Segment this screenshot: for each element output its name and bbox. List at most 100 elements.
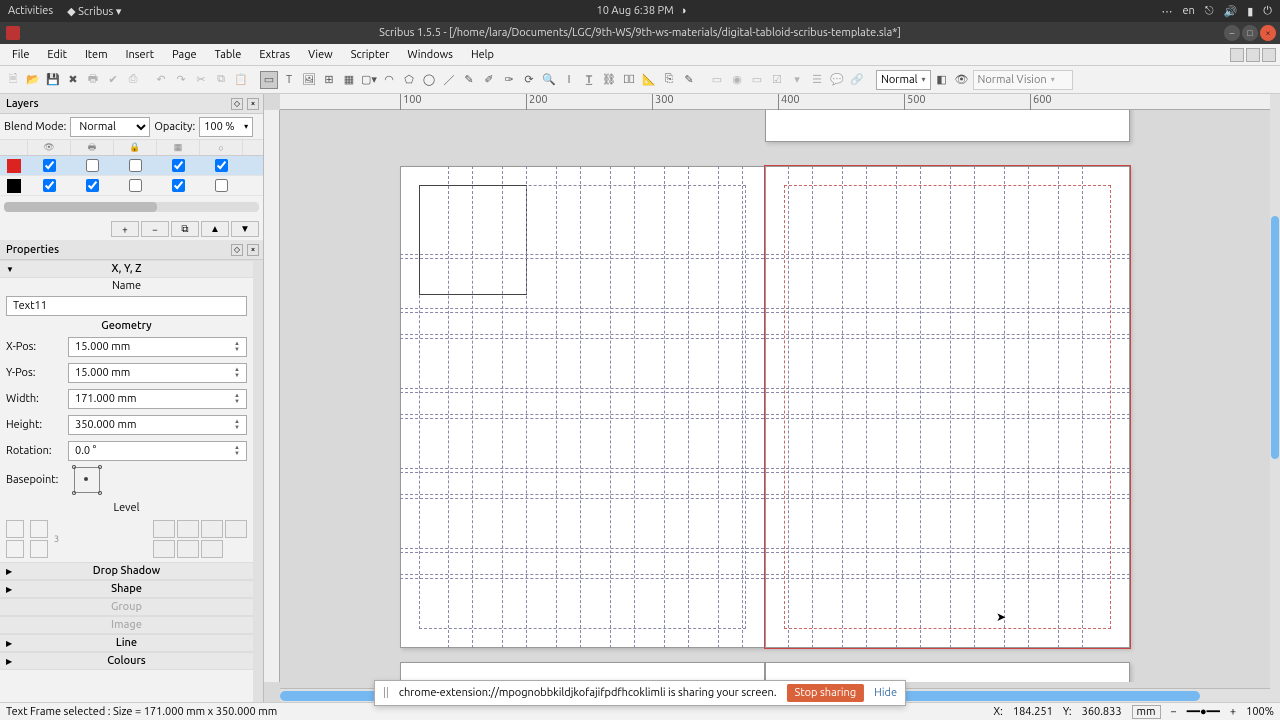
level-up-button[interactable] (177, 520, 199, 538)
paste-icon[interactable]: 📋 (232, 71, 250, 89)
pdf-radio-icon[interactable]: ◉ (728, 71, 746, 89)
print-icon[interactable]: 🖶 (84, 71, 102, 89)
layers-close-button[interactable]: × (247, 98, 259, 110)
layer-flow-check[interactable] (172, 179, 185, 192)
textframe-tool-icon[interactable]: T (280, 71, 298, 89)
pdf-check-icon[interactable]: ☑ (768, 71, 786, 89)
layer-print-check[interactable] (86, 179, 99, 192)
eyedropper-icon[interactable]: ✎ (680, 71, 698, 89)
select-tool-icon[interactable]: ▭ (260, 71, 278, 89)
basepoint-selector[interactable] (74, 467, 100, 493)
cms-toggle-icon[interactable]: ◧ (933, 71, 951, 89)
mdi-min-button[interactable] (1230, 48, 1244, 62)
freehand-tool-icon[interactable]: ✐ (480, 71, 498, 89)
clock[interactable]: 10 Aug 6:38 PM (597, 5, 674, 17)
tray-icon[interactable]: ⋯ (1161, 5, 1172, 18)
level-top-button[interactable] (153, 520, 175, 538)
page-right[interactable] (765, 166, 1130, 648)
zoom-slider[interactable]: ━━●━━ (1187, 705, 1220, 718)
selected-text-frame[interactable] (419, 185, 527, 295)
group-button[interactable] (6, 520, 24, 538)
layer-up-button[interactable]: ▲ (201, 221, 229, 237)
zoom-in-button[interactable]: + (1230, 706, 1236, 718)
menu-extras[interactable]: Extras (251, 47, 298, 63)
menu-windows[interactable]: Windows (399, 47, 461, 63)
page-left[interactable] (400, 166, 765, 648)
menu-insert[interactable]: Insert (118, 47, 162, 63)
object-name-input[interactable]: Text11 (6, 296, 247, 316)
layer-row[interactable] (0, 176, 263, 196)
canvas-area[interactable]: 100 200 300 400 500 600 (264, 94, 1280, 702)
page-next-right[interactable] (765, 662, 1130, 682)
lang-indicator[interactable]: en (1182, 5, 1194, 17)
lock-button[interactable] (153, 540, 175, 558)
layer-outline-check[interactable] (215, 179, 228, 192)
undo-icon[interactable]: ↶ (152, 71, 170, 89)
blendmode-select[interactable]: Normal (70, 117, 150, 137)
layer-visible-check[interactable] (43, 159, 56, 172)
close-button[interactable]: × (1260, 25, 1276, 41)
layer-print-check[interactable] (86, 159, 99, 172)
unit-select[interactable]: mm (1132, 705, 1161, 719)
height-input[interactable]: 350.000 mm▲▼ (68, 415, 247, 435)
canvas-vscroll[interactable] (1270, 94, 1280, 702)
rotate-tool-icon[interactable]: ⟳ (520, 71, 538, 89)
properties-panel-header[interactable]: Properties ◇ × (0, 240, 263, 260)
colours-section[interactable]: ▶Colours (0, 652, 253, 670)
close-doc-icon[interactable]: ✖ (64, 71, 82, 89)
opacity-spinner[interactable]: 100 % (199, 117, 253, 137)
xpos-input[interactable]: 15.000 mm▲▼ (68, 337, 247, 357)
layer-lock-check[interactable] (129, 179, 142, 192)
copyprops-icon[interactable]: ⎘ (660, 71, 678, 89)
layers-panel-header[interactable]: Layers ◇ × (0, 94, 263, 114)
stop-sharing-button[interactable]: Stop sharing (787, 684, 865, 702)
open-icon[interactable]: 📂 (24, 71, 42, 89)
width-input[interactable]: 171.000 mm▲▼ (68, 389, 247, 409)
dropshadow-section[interactable]: ▶Drop Shadow (0, 562, 253, 580)
flipv-button[interactable] (30, 540, 48, 558)
ungroup-button[interactable] (6, 540, 24, 558)
edit-text-icon[interactable]: T̲ (580, 71, 598, 89)
layer-visible-check[interactable] (43, 179, 56, 192)
calligraphy-tool-icon[interactable]: ✑ (500, 71, 518, 89)
props-close-button[interactable]: × (247, 244, 259, 256)
menu-table[interactable]: Table (207, 47, 250, 63)
locksize-button[interactable] (177, 540, 199, 558)
layer-outline-check[interactable] (215, 159, 228, 172)
noprint-button[interactable] (201, 540, 223, 558)
menu-view[interactable]: View (300, 47, 341, 63)
zoom-out-button[interactable]: − (1171, 706, 1177, 718)
notification-icon[interactable]: ◑ (680, 5, 687, 17)
layer-dup-button[interactable]: ⧉ (171, 221, 199, 237)
props-vscroll[interactable] (253, 260, 263, 702)
zoom-tool-icon[interactable]: 🔍 (540, 71, 558, 89)
menu-help[interactable]: Help (463, 47, 502, 63)
link-frames-icon[interactable]: ⛓ (600, 71, 618, 89)
bezier-tool-icon[interactable]: ✎ (460, 71, 478, 89)
copy-icon[interactable]: ⧉ (212, 71, 230, 89)
pdf-icon[interactable]: ⎙ (124, 71, 142, 89)
polygon-tool-icon[interactable]: ⬠ (400, 71, 418, 89)
level-bottom-button[interactable] (225, 520, 247, 538)
line-section[interactable]: ▶Line (0, 634, 253, 652)
preflight-icon[interactable]: ✔ (104, 71, 122, 89)
menu-item-menu[interactable]: Item (77, 47, 116, 63)
rotation-input[interactable]: 0.0 °▲▼ (68, 441, 247, 461)
unlink-frames-icon[interactable]: ⛓̸ (620, 71, 638, 89)
layer-row[interactable] (0, 156, 263, 176)
shape-tool-icon[interactable]: ▢▾ (360, 71, 378, 89)
pdf-annot-icon[interactable]: 💬 (828, 71, 846, 89)
pdf-pushbutton-icon[interactable]: ▭ (708, 71, 726, 89)
new-icon[interactable]: 🗎 (4, 71, 22, 89)
cut-icon[interactable]: ✂ (192, 71, 210, 89)
pdf-text-icon[interactable]: ▭ (748, 71, 766, 89)
layer-lock-check[interactable] (129, 159, 142, 172)
shape-section[interactable]: ▶Shape (0, 580, 253, 598)
layer-add-button[interactable]: + (111, 221, 139, 237)
edit-contents-icon[interactable]: I (560, 71, 578, 89)
menu-file[interactable]: File (4, 47, 37, 63)
app-menu[interactable]: ◆ Scribus ▾ (67, 5, 121, 18)
page-next-left[interactable] (400, 662, 765, 682)
power-icon[interactable]: ⏻ (1263, 5, 1272, 18)
ypos-input[interactable]: 15.000 mm▲▼ (68, 363, 247, 383)
